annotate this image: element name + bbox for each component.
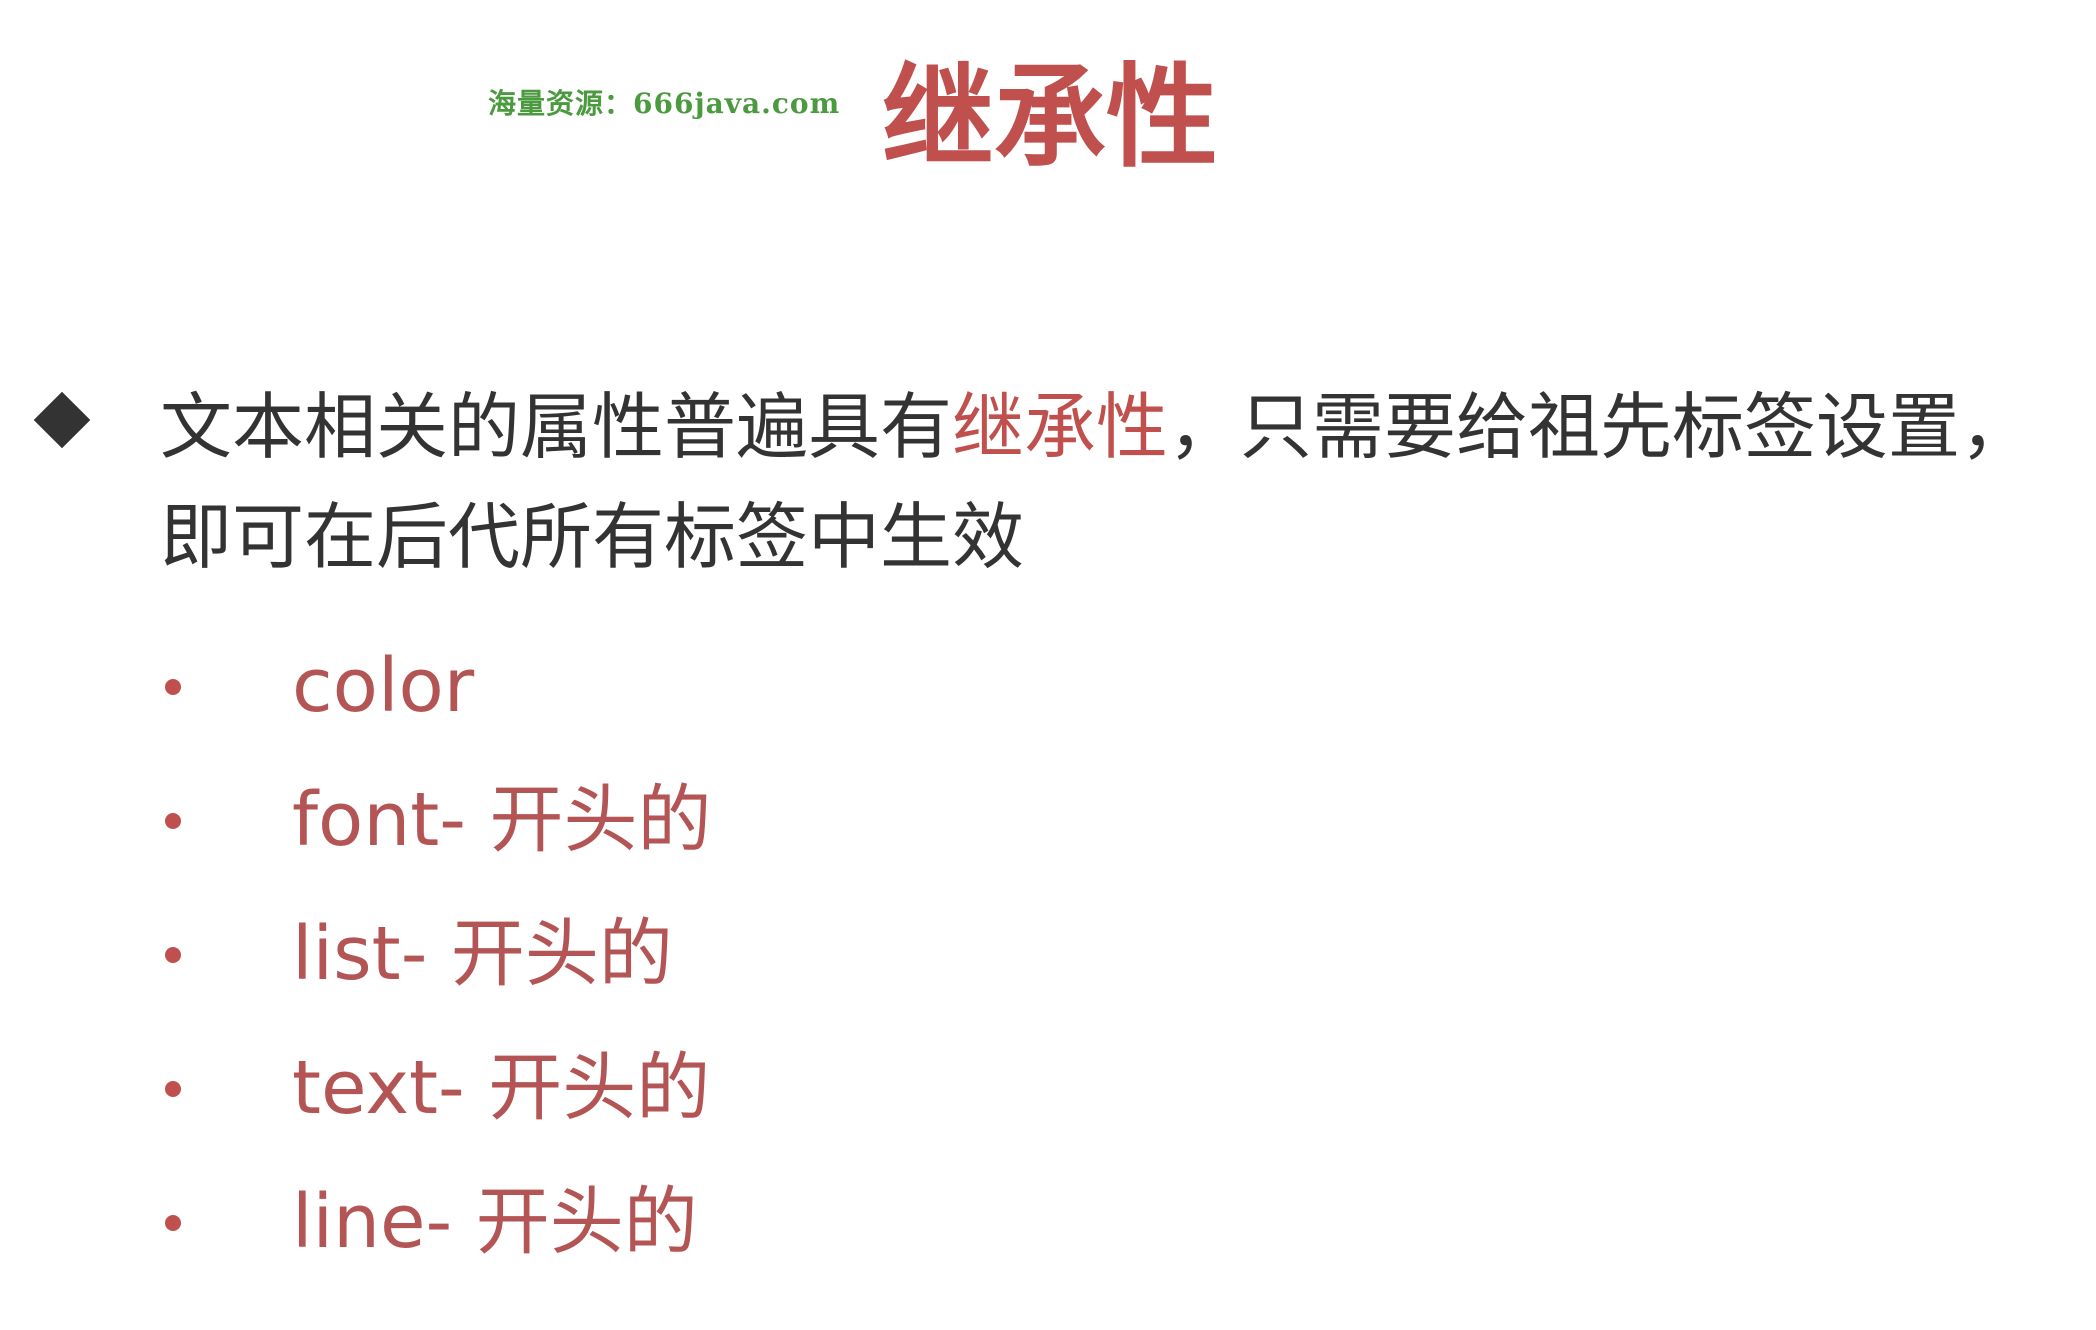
list-item-label: line- 开头的 [292, 1179, 698, 1265]
dot-bullet-icon [165, 813, 181, 829]
main-text-after-highlight: ，只需要给祖先标签设置， [1168, 385, 2033, 469]
dot-bullet-icon [165, 1215, 181, 1231]
list-item-list: list- 开头的 [156, 906, 1056, 1040]
list-item-label: list- 开头的 [292, 911, 673, 997]
dot-bullet-icon [165, 679, 181, 695]
dot-bullet-icon [165, 947, 181, 963]
main-bullet-line-2: 即可在后代所有标签中生效 [160, 495, 1025, 579]
list-item-label: color [292, 643, 475, 729]
list-item-text: text- 开头的 [156, 1040, 1056, 1174]
list-item-label: text- 开头的 [292, 1045, 711, 1131]
list-item-color: color [156, 638, 1056, 772]
slide: 海量资源：666java.com 继承性 文本相关的属性普遍具有继承性，只需要给… [0, 0, 2096, 1330]
main-bullet-text: 文本相关的属性普遍具有继承性，只需要给祖先标签设置， 即可在后代所有标签中生效 [160, 372, 2080, 592]
list-item-font: font- 开头的 [156, 772, 1056, 906]
diamond-bullet-icon [33, 391, 91, 449]
list-item-line: line- 开头的 [156, 1174, 1056, 1308]
list-item-label: font- 开头的 [292, 777, 712, 863]
main-text-before-highlight: 文本相关的属性普遍具有 [160, 385, 953, 469]
highlighted-keyword: 继承性 [952, 385, 1169, 469]
property-list: color font- 开头的 list- 开头的 text- 开头的 line… [156, 638, 1056, 1308]
slide-title: 继承性 [882, 53, 1218, 183]
main-bullet-line-1: 文本相关的属性普遍具有继承性，只需要给祖先标签设置， [160, 372, 2080, 482]
watermark-text: 海量资源：666java.com [488, 87, 841, 120]
dot-bullet-icon [165, 1081, 181, 1097]
